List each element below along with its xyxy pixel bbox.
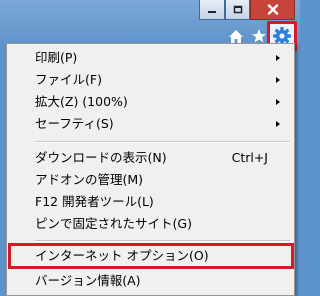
menu-item-label: インターネット オプション(O) — [35, 248, 209, 263]
menu-item-about[interactable]: バージョン情報(A) — [7, 270, 294, 292]
menu-item-label: ダウンロードの表示(N) — [35, 150, 167, 165]
menu-item-label: F12 開発者ツール(L) — [35, 194, 154, 209]
menu-separator — [35, 240, 290, 242]
submenu-arrow-icon — [276, 99, 280, 105]
menu-item-manage-addons[interactable]: アドオンの管理(M) — [7, 169, 294, 191]
menu-item-label: バージョン情報(A) — [35, 273, 141, 288]
submenu-arrow-icon — [276, 55, 280, 61]
close-button[interactable] — [250, 0, 295, 20]
menu-item-print[interactable]: 印刷(P) — [7, 47, 294, 69]
menu-item-shortcut: Ctrl+J — [231, 150, 268, 165]
tools-menu: 印刷(P) ファイル(F) 拡大(Z) (100%) セーフティ(S) ダウンロ… — [6, 43, 295, 296]
minimize-button[interactable] — [199, 0, 225, 20]
menu-item-view-downloads[interactable]: ダウンロードの表示(N) Ctrl+J — [7, 147, 294, 169]
maximize-icon — [233, 5, 243, 14]
menu-item-zoom[interactable]: 拡大(Z) (100%) — [7, 91, 294, 113]
menu-item-label: アドオンの管理(M) — [35, 172, 144, 187]
menu-item-developer-tools[interactable]: F12 開発者ツール(L) — [7, 191, 294, 213]
maximize-button[interactable] — [225, 0, 250, 20]
menu-item-pinned-sites[interactable]: ピンで固定されたサイト(G) — [7, 213, 294, 235]
menu-item-internet-options[interactable]: インターネット オプション(O) — [7, 245, 294, 267]
menu-item-label: ファイル(F) — [35, 72, 102, 87]
submenu-arrow-icon — [276, 121, 280, 127]
menu-item-label: 拡大(Z) (100%) — [35, 94, 128, 109]
menu-item-safety[interactable]: セーフティ(S) — [7, 113, 294, 135]
menu-item-label: ピンで固定されたサイト(G) — [35, 216, 192, 231]
menu-separator — [35, 141, 290, 143]
menu-item-label: 印刷(P) — [35, 50, 78, 65]
minimize-icon — [207, 6, 217, 14]
menu-item-label: セーフティ(S) — [35, 116, 114, 131]
close-icon — [267, 4, 279, 15]
submenu-arrow-icon — [276, 77, 280, 83]
menu-item-file[interactable]: ファイル(F) — [7, 69, 294, 91]
